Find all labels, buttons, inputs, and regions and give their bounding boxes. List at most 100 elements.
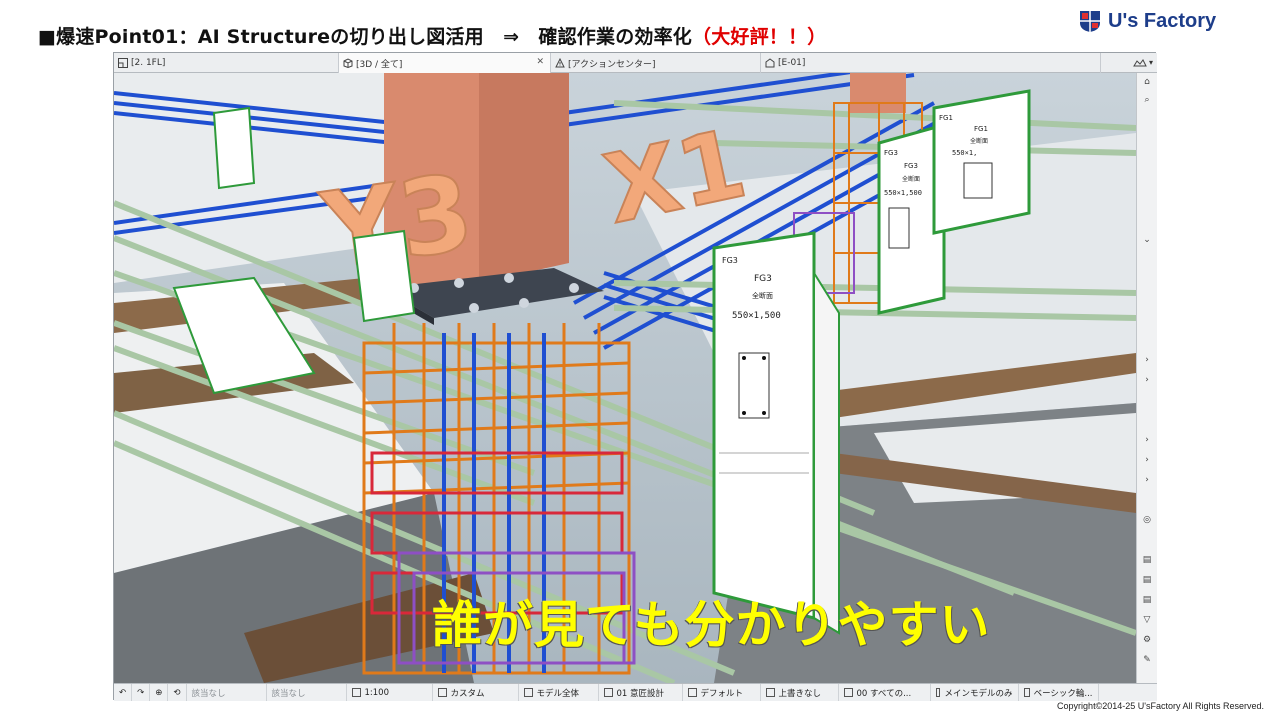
slide: ■爆速Point01：AI Structureの切り出し図活用 ⇒ 確認作業の効…: [0, 0, 1280, 720]
override-icon: [765, 688, 775, 697]
zoom-button[interactable]: ◎: [1139, 513, 1155, 527]
target-icon: ◎: [1143, 515, 1151, 525]
sheet-size: 550×1,500: [732, 311, 781, 321]
view-tab-bar: [2. 1FL] [3D / 全て] ✕ [アクションセンター] [E-01] …: [114, 53, 1157, 73]
collapse-button[interactable]: ›: [1139, 353, 1155, 367]
gear-icon: ⚙: [1142, 635, 1152, 645]
sheet-title: FG3: [904, 162, 918, 170]
chevron-right-icon: ›: [1145, 435, 1149, 445]
collapse-button[interactable]: ›: [1139, 433, 1155, 447]
collapse-button[interactable]: ›: [1139, 473, 1155, 487]
chevron-down-icon: ⌄: [1143, 235, 1151, 245]
sheet-title: FG1: [974, 125, 988, 133]
pen-set-selector[interactable]: 01 意匠設計: [599, 684, 683, 701]
layer-combo-icon: [437, 688, 447, 697]
renovation-icon: [843, 688, 853, 697]
layer-icon: ▤: [1142, 575, 1152, 585]
home-icon: ⌂: [1144, 77, 1150, 87]
chevron-right-icon: ›: [1145, 355, 1149, 365]
status-label: デフォルト: [700, 688, 744, 699]
caption-text: 誰が見ても分かりやすい: [432, 596, 991, 654]
renovation-dropdown[interactable]: 00 すべての...: [839, 684, 931, 701]
zoom-in-button[interactable]: ⊕: [150, 684, 169, 701]
orbit-icon: ⟲: [173, 687, 181, 698]
layer-icon: ▤: [1142, 555, 1152, 565]
slide-title-main: ■爆速Point01：AI Structureの切り出し図活用 ⇒ 確認作業の効…: [38, 26, 692, 48]
sheet-tag: FG1: [939, 114, 953, 122]
collapse-button[interactable]: ›: [1139, 373, 1155, 387]
pen-set-dropdown[interactable]: カスタム: [433, 684, 519, 701]
status-label: 該当なし: [271, 688, 306, 699]
tab-label: [3D / 全て]: [356, 59, 403, 70]
collapse-button[interactable]: ›: [1139, 453, 1155, 467]
search-button[interactable]: ⌕: [1139, 93, 1155, 107]
copyright: Copyright©2014-25 U'sFactory All Rights …: [1057, 701, 1264, 711]
expand-button[interactable]: ⌄: [1139, 233, 1155, 247]
redo-icon: ↷: [137, 687, 145, 698]
sheet-subtitle: 全断面: [752, 291, 773, 300]
tab-floor-plan[interactable]: [2. 1FL]: [114, 53, 339, 73]
company-logo: U's Factory: [1078, 6, 1216, 36]
sheet-title: FG3: [754, 274, 772, 284]
status-bar: ↶ ↷ ⊕ ⟲ 該当なし 該当なし 1:100 カスタム モデル全体 01 意匠…: [114, 683, 1157, 701]
chevron-right-icon: ›: [1145, 475, 1149, 485]
dimension-dropdown[interactable]: デフォルト: [683, 684, 761, 701]
section-sheet-fg1: FG1 FG1 全断面 550×1,: [932, 89, 1031, 235]
tab-elevation[interactable]: [E-01]: [761, 53, 1101, 73]
pen-button[interactable]: ✎: [1139, 653, 1155, 667]
scale-dropdown[interactable]: 1:100: [347, 684, 433, 701]
tab-label: [アクションセンター]: [568, 59, 656, 70]
tab-label: [E-01]: [778, 58, 806, 68]
status-label: 該当なし: [191, 688, 226, 699]
status-label: カスタム: [450, 688, 485, 699]
column-main-side: [479, 73, 569, 283]
search-icon: ⌕: [1144, 95, 1150, 105]
tab-action-center[interactable]: [アクションセンター]: [551, 53, 761, 73]
settings-button[interactable]: ⚙: [1139, 633, 1155, 647]
filter-button[interactable]: ▽: [1139, 613, 1155, 627]
scale-icon: [351, 688, 361, 697]
override-dropdown[interactable]: 上書きなし: [761, 684, 839, 701]
chevron-right-icon: ›: [1145, 375, 1149, 385]
sheet-subtitle: 全断面: [970, 137, 988, 145]
pen-icon: ✎: [1143, 655, 1151, 665]
layout-icon: [1133, 58, 1147, 66]
structure-display-dropdown[interactable]: メインモデルのみ: [931, 684, 1019, 701]
layout-menu-button[interactable]: ▾: [1129, 53, 1157, 72]
contour-icon: [1023, 688, 1030, 697]
status-label: 00 すべての...: [856, 688, 912, 699]
tab-3d-view[interactable]: [3D / 全て] ✕: [339, 53, 551, 73]
slide-title: ■爆速Point01：AI Structureの切り出し図活用 ⇒ 確認作業の効…: [38, 22, 826, 49]
layer-button[interactable]: ▤: [1139, 593, 1155, 607]
tab-label: [2. 1FL]: [131, 58, 166, 68]
contour-dropdown[interactable]: ベーシック輪...: [1019, 684, 1099, 701]
cube-icon: [343, 58, 353, 68]
logo-icon: [1080, 11, 1100, 32]
layer-button[interactable]: ▤: [1139, 573, 1155, 587]
sheet-subtitle: 全断面: [902, 175, 920, 183]
model-view-icon: [523, 688, 533, 697]
chevron-down-icon: ▾: [1148, 58, 1153, 67]
logo-text: U's Factory: [1108, 9, 1217, 32]
redo-button[interactable]: ↷: [132, 684, 151, 701]
status-label: 1:100: [364, 687, 390, 698]
section-sheet-fg3-main: FG3 FG3 全断面 550×1,500: [712, 231, 840, 635]
undo-button[interactable]: ↶: [114, 684, 133, 701]
layer-button[interactable]: ▤: [1139, 553, 1155, 567]
undo-icon: ↶: [119, 687, 127, 698]
status-selection-1[interactable]: 該当なし: [187, 684, 267, 701]
close-icon[interactable]: ✕: [536, 57, 544, 67]
filter-icon: ▽: [1143, 615, 1151, 625]
orbit-button[interactable]: ⟲: [168, 684, 187, 701]
sheet-tag: FG3: [722, 256, 738, 265]
status-label: モデル全体: [536, 688, 580, 699]
right-toolstrip: ⌂ ⌕ ⌄ › › › › › ◎ ▤ ▤ ▤ ▽ ⚙ ✎: [1136, 73, 1157, 683]
structure-icon: [935, 688, 941, 697]
pen-set-icon: [603, 688, 613, 697]
status-selection-2[interactable]: 該当なし: [267, 684, 347, 701]
elevation-icon: [765, 58, 775, 68]
zoom-icon: ⊕: [155, 687, 163, 698]
model-view-dropdown[interactable]: モデル全体: [519, 684, 599, 701]
view-home-button[interactable]: ⌂: [1139, 75, 1155, 89]
status-label: 01 意匠設計: [616, 688, 665, 699]
